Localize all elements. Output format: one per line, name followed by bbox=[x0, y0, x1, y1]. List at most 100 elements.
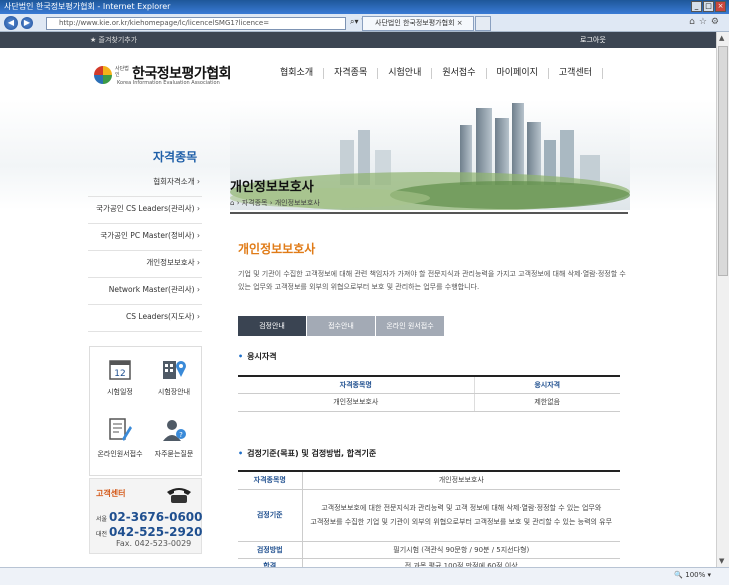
gnb-application[interactable]: 원서접수 bbox=[432, 68, 487, 79]
gnb-certifications[interactable]: 자격종목 bbox=[324, 68, 379, 79]
address-toolbar: ◀ ▶ http://www.kie.or.kr/kiehomepage/lc/… bbox=[0, 14, 729, 32]
quick-label: 시험장안내 bbox=[157, 388, 191, 396]
table-header: 응시자격 bbox=[473, 376, 620, 394]
kie-logo-icon[interactable] bbox=[94, 66, 112, 84]
scroll-down-arrow[interactable]: ▼ bbox=[719, 557, 724, 565]
lnb-item-network-master[interactable]: Network Master(관리사) › bbox=[88, 278, 202, 305]
quick-label: 온라인원서접수 bbox=[97, 450, 143, 458]
eligibility-table: 자격종목명 응시자격 개인정보보호사 제한없음 bbox=[238, 375, 620, 412]
row-label: 검정방법 bbox=[238, 541, 303, 559]
row-label: 자격종목명 bbox=[238, 471, 303, 490]
lnb-item-privacy-protector[interactable]: 개인정보보호사 › bbox=[88, 251, 202, 278]
seoul-number: 02-3676-0600 bbox=[109, 510, 203, 524]
table-cell: 제한없음 bbox=[473, 393, 620, 412]
bullet-icon: • bbox=[238, 449, 244, 458]
quick-menu: 12 시험일정 시험장안내 온라인원서접수 ? 자주묻는질문 bbox=[89, 346, 202, 476]
person-question-icon: ? bbox=[163, 420, 186, 441]
tab-exam-guide[interactable]: 검정안내 bbox=[238, 316, 306, 336]
table-cell: 고객정보보호에 대한 전문지식과 관리능력 및 고객 정보에 대해 삭제·열람·… bbox=[302, 489, 620, 542]
logo-english: Korea Information Evaluation Association bbox=[117, 80, 220, 86]
daejeon-number: 042-525-2920 bbox=[109, 525, 203, 539]
logout-link[interactable]: 로그아웃 bbox=[580, 32, 606, 48]
bullet-icon: • bbox=[238, 352, 244, 361]
building-location-icon bbox=[163, 361, 186, 379]
table-cell: 개인정보보호사 bbox=[238, 393, 474, 412]
page-title: 개인정보보호사 bbox=[230, 180, 314, 195]
table-row: 검정기준 고객정보보호에 대한 전문지식과 관리능력 및 고객 정보에 대해 삭… bbox=[238, 489, 620, 542]
site-header: 사단법인 한국정보평가협회 Korea Information Evaluati… bbox=[0, 48, 716, 100]
table-cell: 필기시험 (객관식 90문항 / 90분 / 5지선다형) bbox=[302, 541, 620, 559]
close-window-button[interactable]: × bbox=[715, 1, 726, 12]
table-row: 자격종목명 개인정보보호사 bbox=[238, 471, 620, 490]
seoul-label: 서울 bbox=[96, 516, 108, 523]
seoul-phone: 서울 02-3676-0600 bbox=[96, 510, 203, 524]
table-header: 자격종목명 bbox=[238, 376, 474, 394]
lnb-item-pc-master[interactable]: 국가공인 PC Master(정비사) › bbox=[88, 224, 202, 251]
logo-prefix: 사단법인 bbox=[115, 66, 129, 78]
forward-button[interactable]: ▶ bbox=[21, 17, 33, 29]
url-text: http://www.kie.or.kr/kiehomepage/lc/lice… bbox=[59, 19, 270, 27]
lnb-item-intro[interactable]: 협회자격소개 › bbox=[88, 170, 202, 197]
add-favorites-link[interactable]: ★ 즐겨찾기추가 bbox=[90, 32, 137, 48]
section-criteria-heading: • 검정기준(목표) 및 검정방법, 합격기준 bbox=[238, 449, 377, 458]
table-cell: 개인정보보호사 bbox=[302, 471, 620, 490]
daejeon-label: 대전 bbox=[96, 531, 108, 538]
window-title: 사단법인 한국정보평가협회 - Internet Explorer bbox=[4, 2, 171, 11]
home-icon[interactable]: ⌂ bbox=[230, 199, 234, 207]
gnb-exam-info[interactable]: 시험안내 bbox=[378, 68, 433, 79]
vertical-scrollbar[interactable]: ▲ ▼ bbox=[716, 32, 729, 567]
maximize-button[interactable]: □ bbox=[703, 1, 714, 12]
browser-tab-title: 사단법인 한국정보평가협회 bbox=[375, 19, 455, 27]
browser-tool-icons[interactable]: ⌂☆⚙ bbox=[689, 17, 723, 27]
gnb-about[interactable]: 협회소개 bbox=[270, 68, 325, 79]
quick-exam-schedule[interactable]: 12 시험일정 bbox=[92, 357, 148, 397]
calendar-icon: 12 bbox=[109, 360, 131, 380]
lnb-title: 자격종목 bbox=[153, 150, 198, 164]
scrollbar-thumb[interactable] bbox=[718, 46, 728, 276]
content-tabs: 검정안내 접수안내 온라인 원서접수 bbox=[238, 316, 445, 336]
main-navigation: 협회소개 자격종목 시험안내 원서접수 마이페이지 고객센터 bbox=[270, 68, 604, 79]
quick-online-application[interactable]: 온라인원서접수 bbox=[92, 417, 148, 459]
quick-faq[interactable]: ? 자주묻는질문 bbox=[146, 417, 202, 459]
breadcrumb-path: › 자격종목 › 개인정보보호사 bbox=[236, 199, 320, 207]
quick-label: 시험일정 bbox=[107, 388, 133, 396]
criteria-table: 자격종목명 개인정보보호사 검정기준 고객정보보호에 대한 전문지식과 관리능력… bbox=[238, 470, 620, 574]
intro-text: 기업 및 기관이 수집한 고객정보에 대해 관련 책임자가 가져야 할 전문지식… bbox=[238, 270, 626, 291]
lnb-item-cs-leaders-instructor[interactable]: CS Leaders(지도사) › bbox=[88, 305, 202, 332]
table-row: 검정방법 필기시험 (객관식 90문항 / 90분 / 5지선다형) bbox=[238, 541, 620, 559]
lnb-item-cs-leaders-manager[interactable]: 국가공인 CS Leaders(관리사) › bbox=[88, 197, 202, 224]
telephone-icon bbox=[167, 488, 191, 503]
quick-label: 자주묻는질문 bbox=[154, 450, 194, 458]
svg-text:12: 12 bbox=[114, 369, 125, 379]
back-button[interactable]: ◀ bbox=[4, 16, 18, 30]
gnb-mypage[interactable]: 마이페이지 bbox=[487, 68, 549, 79]
criteria-line-2: 고객정보를 수집한 기업 및 기관이 외부의 위협으로부터 고객정보를 보호 및… bbox=[310, 518, 613, 526]
settings-gear-icon[interactable]: ⚙ bbox=[711, 17, 723, 27]
browser-tab-active[interactable]: 사단법인 한국정보평가협회 × bbox=[362, 16, 474, 31]
fax-number: Fax. 042-523-0029 bbox=[116, 539, 192, 548]
home-icon[interactable]: ⌂ bbox=[689, 17, 699, 27]
quick-exam-location[interactable]: 시험장안내 bbox=[146, 357, 202, 397]
document-pen-icon bbox=[109, 418, 132, 441]
minimize-button[interactable]: _ bbox=[691, 1, 702, 12]
section-eligibility-heading: • 응시자격 bbox=[238, 352, 277, 361]
gnb-customer-center[interactable]: 고객센터 bbox=[549, 68, 604, 79]
browser-status-bar: 🔍 100% ▾ bbox=[0, 567, 729, 585]
svg-text:?: ? bbox=[179, 431, 183, 439]
window-titlebar: 사단법인 한국정보평가협회 - Internet Explorer _ □ × bbox=[0, 0, 729, 14]
side-navigation: 협회자격소개 › 국가공인 CS Leaders(관리사) › 국가공인 PC … bbox=[88, 170, 202, 332]
zoom-level[interactable]: 🔍 100% ▾ bbox=[674, 571, 711, 579]
daejeon-phone: 대전 042-525-2920 bbox=[96, 525, 203, 539]
content-sub-title: 개인정보보호사 bbox=[238, 242, 316, 256]
favorites-star-icon[interactable]: ☆ bbox=[699, 17, 711, 27]
customer-center-box: 고객센터 서울 02-3676-0600 대전 042-525-2920 Fax. … bbox=[89, 478, 203, 554]
address-bar[interactable]: http://www.kie.or.kr/kiehomepage/lc/lice… bbox=[46, 17, 346, 30]
window-controls: _ □ × bbox=[691, 1, 726, 12]
tab-application-guide[interactable]: 접수안내 bbox=[307, 316, 375, 336]
new-tab-button[interactable] bbox=[475, 16, 491, 31]
tab-online-application[interactable]: 온라인 원서접수 bbox=[376, 316, 444, 336]
row-label: 검정기준 bbox=[238, 489, 303, 542]
scroll-up-arrow[interactable]: ▲ bbox=[719, 34, 724, 42]
site-top-bar: ★ 즐겨찾기추가 로그아웃 bbox=[0, 32, 716, 48]
criteria-line-1: 고객정보보호에 대한 전문지식과 관리능력 및 고객 정보에 대해 삭제·열람·… bbox=[321, 504, 602, 512]
